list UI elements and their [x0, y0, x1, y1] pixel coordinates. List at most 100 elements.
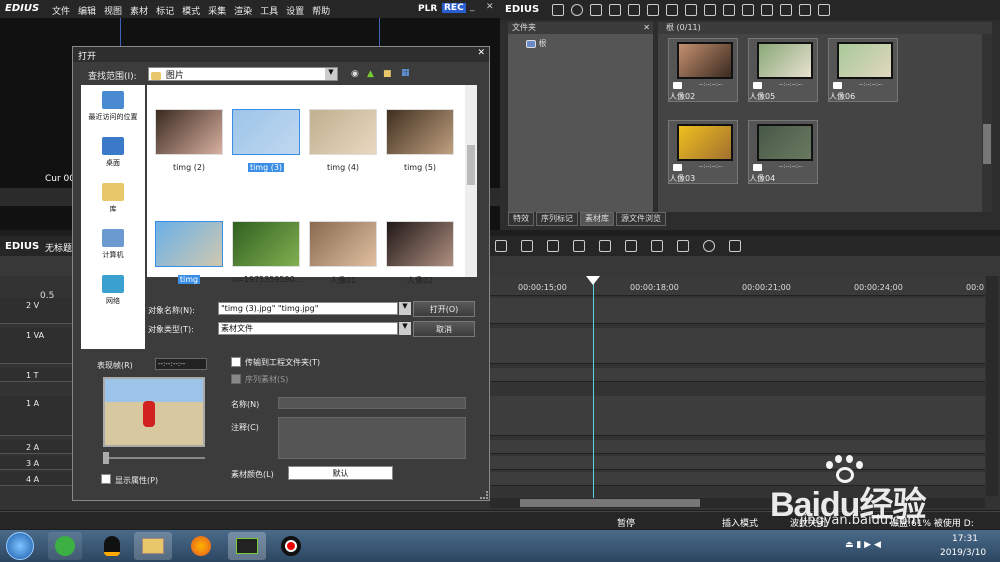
clip-thumb[interactable]: --:--:--:-- 人像04 — [748, 120, 818, 184]
file-item[interactable]: 人像02 — [384, 221, 456, 291]
track-lane[interactable] — [490, 368, 985, 382]
place-item[interactable]: 桌面 — [81, 135, 145, 177]
clock-time[interactable]: 17:31 — [952, 534, 978, 544]
show-props-checkbox[interactable] — [101, 474, 111, 484]
copy-icon[interactable] — [685, 4, 697, 16]
taskbar-app-explorer[interactable] — [134, 532, 172, 560]
close-button[interactable]: ✕ — [486, 2, 494, 12]
file-item[interactable]: 人像01 — [307, 221, 379, 291]
taskbar-app-edius[interactable] — [228, 532, 266, 560]
back-icon[interactable]: ◉ — [351, 69, 359, 79]
clock-date[interactable]: 2019/3/10 — [940, 548, 986, 558]
clip-thumb[interactable]: --:--:--:-- 人像05 — [748, 38, 818, 102]
up-folder-icon[interactable]: ▲ — [367, 69, 374, 79]
track-lane[interactable] — [490, 298, 985, 324]
menu-item[interactable]: 工具 — [260, 4, 278, 17]
taskbar-app-refresh[interactable] — [48, 532, 82, 560]
open-button[interactable]: 打开(O) — [413, 301, 475, 317]
track-lane[interactable] — [490, 440, 985, 454]
timeline-ruler[interactable]: 00:00:15;00 00:00:18;00 00:00:21;00 00:00:2… — [490, 276, 985, 296]
file-list-scrollbar[interactable] — [465, 85, 477, 277]
menu-item[interactable]: 文件 — [52, 4, 70, 17]
bin-tab[interactable]: 序列标记 — [536, 212, 578, 226]
taskbar-app-firefox[interactable] — [184, 532, 218, 560]
properties-icon[interactable] — [761, 4, 773, 16]
list-icon[interactable] — [799, 4, 811, 16]
place-item[interactable]: 库 — [81, 181, 145, 223]
file-item[interactable]: timg (5) — [384, 109, 456, 179]
menu-item[interactable]: 渲染 — [234, 4, 252, 17]
settings-icon[interactable] — [818, 4, 830, 16]
view-menu-icon[interactable]: ▦ — [401, 68, 410, 78]
menu-item[interactable]: 帮助 — [312, 4, 330, 17]
title-icon[interactable] — [573, 240, 585, 252]
clip-scrollbar[interactable] — [982, 34, 992, 212]
cut-icon[interactable] — [666, 4, 678, 16]
file-item[interactable]: timg (3) — [230, 109, 302, 179]
grid-icon[interactable] — [651, 240, 663, 252]
render-icon[interactable] — [625, 240, 637, 252]
menu-item[interactable]: 编辑 — [78, 4, 96, 17]
taskbar-app-recorder[interactable] — [274, 532, 308, 560]
lookin-select[interactable]: 图片 ▼ — [148, 67, 338, 81]
place-item[interactable]: 计算机 — [81, 227, 145, 269]
place-item[interactable]: 最近访问的位置 — [81, 89, 145, 131]
minimize-button[interactable]: _ — [470, 2, 475, 12]
cancel-button[interactable]: 取消 — [413, 321, 475, 337]
dialog-close-icon[interactable]: ✕ — [477, 48, 485, 58]
menu-item[interactable]: 标记 — [156, 4, 174, 17]
rec-label[interactable]: REC — [442, 3, 466, 13]
folder-icon[interactable] — [552, 4, 564, 16]
file-item[interactable]: timg (2) — [153, 109, 225, 179]
file-item[interactable]: u=1975359590... — [230, 221, 302, 291]
start-button[interactable] — [6, 532, 34, 560]
paste-icon[interactable] — [704, 4, 716, 16]
playhead[interactable] — [593, 276, 594, 501]
bin-tab[interactable]: 素材库 — [580, 212, 614, 226]
audio-icon[interactable] — [547, 240, 559, 252]
track-lane[interactable] — [490, 396, 985, 436]
transfer-checkbox[interactable] — [231, 357, 241, 367]
record-icon[interactable] — [703, 240, 715, 252]
capture-icon[interactable] — [647, 4, 659, 16]
bin-tab[interactable]: 源文件浏览 — [616, 212, 666, 226]
mic-icon[interactable] — [599, 240, 611, 252]
edit-mode-icon[interactable] — [495, 240, 507, 252]
menu-item[interactable]: 素材 — [130, 4, 148, 17]
tree-root[interactable]: 根 — [526, 38, 653, 49]
delete-icon[interactable] — [742, 4, 754, 16]
search-icon[interactable] — [571, 4, 583, 16]
menu-item[interactable]: 视图 — [104, 4, 122, 17]
name-dropdown-icon[interactable]: ▼ — [399, 302, 411, 315]
open-icon[interactable] — [609, 4, 621, 16]
track-lane[interactable] — [490, 328, 985, 364]
plr-label[interactable]: PLR — [418, 4, 437, 14]
new-folder-icon[interactable]: ■ — [383, 69, 392, 79]
resize-grip[interactable] — [480, 491, 488, 499]
menu-item[interactable]: 模式 — [182, 4, 200, 17]
name-field[interactable]: "timg (3).jpg" "timg.jpg" — [218, 302, 398, 315]
color-select[interactable]: 默认 — [288, 466, 393, 480]
window-icon[interactable] — [729, 240, 741, 252]
view-icon[interactable] — [780, 4, 792, 16]
folder-close-icon[interactable]: ✕ — [643, 22, 650, 34]
clip-thumb[interactable]: --:--:--:-- 人像03 — [668, 120, 738, 184]
playhead-marker[interactable] — [586, 276, 600, 285]
tray-icons[interactable]: ⏏ ▮ ▶ ◀ — [845, 540, 881, 550]
clip-thumb[interactable]: --:--:--:-- 人像06 — [828, 38, 898, 102]
add-icon[interactable] — [628, 4, 640, 16]
preview-slider[interactable] — [103, 452, 205, 464]
chevron-down-icon[interactable]: ▼ — [325, 68, 337, 80]
bin-tab[interactable]: 特效 — [508, 212, 534, 226]
place-item[interactable]: 网络 — [81, 273, 145, 315]
file-item[interactable]: timg (4) — [307, 109, 379, 179]
menu-item[interactable]: 采集 — [208, 4, 226, 17]
type-dropdown-icon[interactable]: ▼ — [399, 322, 411, 335]
insert-icon[interactable] — [723, 4, 735, 16]
up-icon[interactable] — [590, 4, 602, 16]
file-item[interactable]: timg — [153, 221, 225, 291]
menu-item[interactable]: 设置 — [286, 4, 304, 17]
taskbar-app-qq[interactable] — [95, 532, 129, 560]
clip-thumb[interactable]: --:--:--:-- 人像02 — [668, 38, 738, 102]
trim-icon[interactable] — [521, 240, 533, 252]
